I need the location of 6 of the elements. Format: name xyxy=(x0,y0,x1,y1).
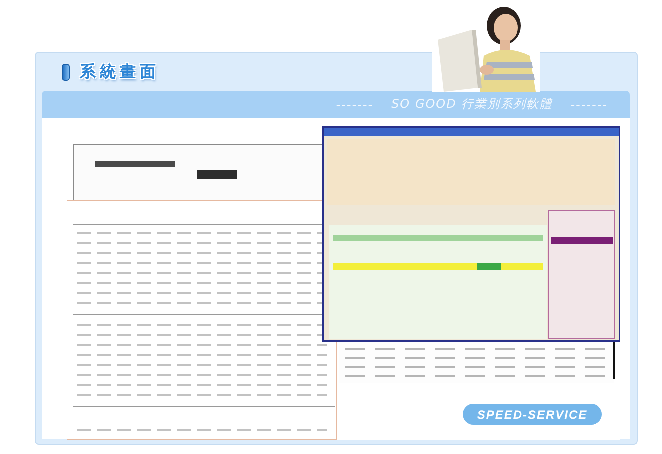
section-title: 系統畫面 xyxy=(80,62,160,82)
speed-service-badge: SPEED-SERVICE xyxy=(463,404,602,425)
banner-text: SO GOOD 行業別系列軟體 xyxy=(392,96,553,113)
pill-icon xyxy=(62,64,70,80)
banner-dashes: ------- xyxy=(570,98,608,112)
banner-dashes: ------- xyxy=(336,98,374,112)
